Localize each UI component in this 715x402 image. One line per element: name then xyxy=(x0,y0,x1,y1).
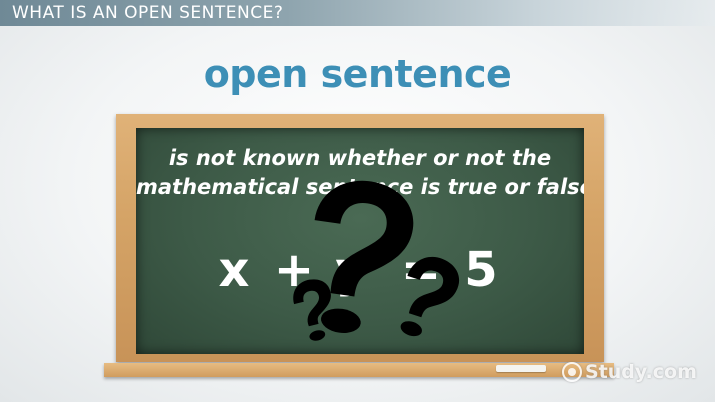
header-bar: WHAT IS AN OPEN SENTENCE? xyxy=(0,0,715,26)
header-title: WHAT IS AN OPEN SENTENCE? xyxy=(12,3,284,23)
watermark: Study.com xyxy=(562,361,697,383)
slide-title: open sentence xyxy=(203,52,512,96)
chalkboard-frame: is not known whether or not the mathemat… xyxy=(116,114,604,362)
chalkboard: is not known whether or not the mathemat… xyxy=(136,128,584,354)
chalk-piece xyxy=(496,365,546,372)
watermark-text: Study.com xyxy=(585,361,697,383)
study-logo-icon xyxy=(562,362,582,382)
equation-graphic: x + y = 5 xyxy=(219,180,498,341)
equation-var: x xyxy=(219,242,250,298)
equation-result: 5 xyxy=(464,242,497,298)
